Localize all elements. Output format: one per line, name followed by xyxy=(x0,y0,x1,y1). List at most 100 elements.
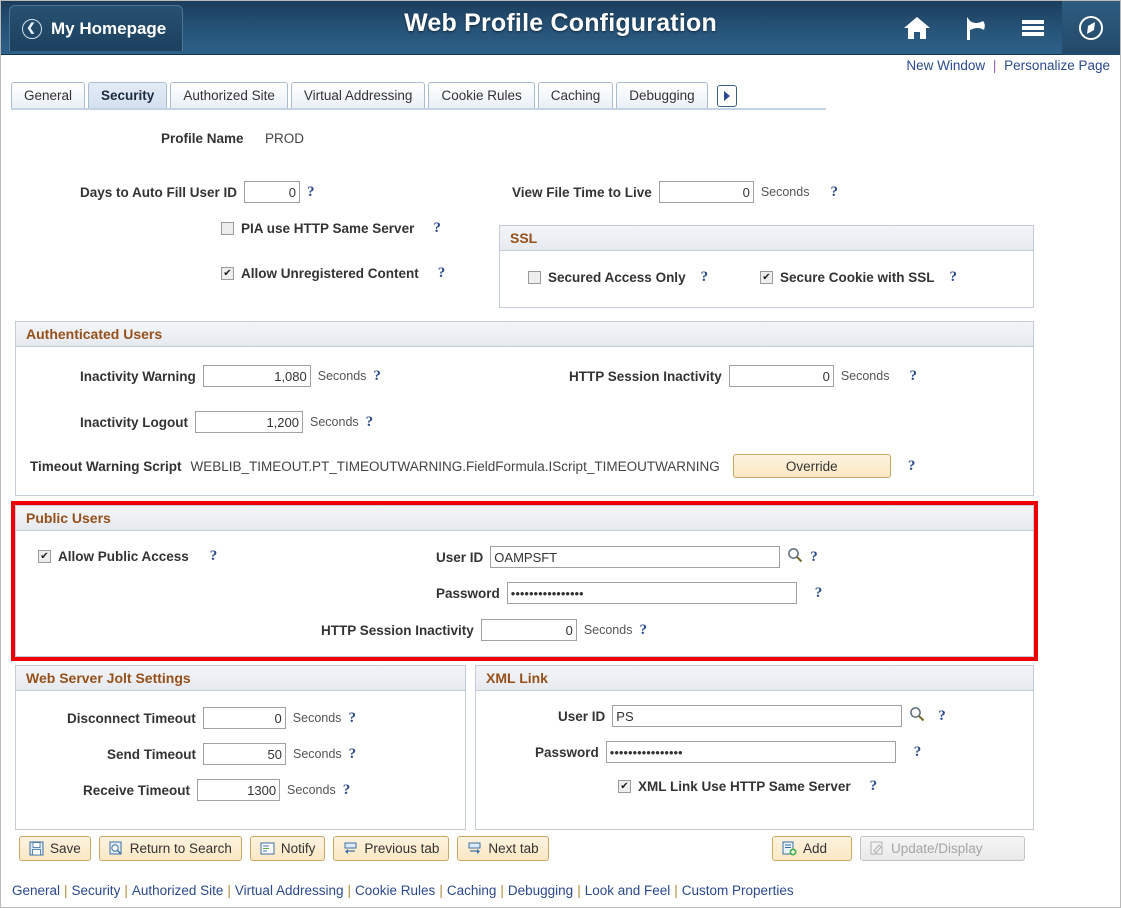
send-timeout-unit: Seconds xyxy=(293,747,342,761)
ssl-group-title: SSL xyxy=(500,226,1033,251)
public-password-input[interactable] xyxy=(506,582,797,604)
inactivity-logout-input[interactable] xyxy=(195,411,303,433)
search-icon[interactable] xyxy=(787,547,803,568)
xml-user-id-input[interactable] xyxy=(612,705,903,727)
next-tabs-arrow-icon[interactable] xyxy=(716,85,737,107)
xml-user-id-help-icon[interactable]: ? xyxy=(938,708,946,725)
disconnect-timeout-unit: Seconds xyxy=(292,711,342,725)
allow-unregistered-help-icon[interactable]: ? xyxy=(438,265,446,282)
pia-same-server-help-icon[interactable]: ? xyxy=(433,220,441,237)
secure-cookie-checkbox[interactable] xyxy=(760,271,773,284)
menu-icon[interactable] xyxy=(1004,1,1062,55)
send-timeout-row: Send Timeout Seconds ? xyxy=(67,743,356,765)
footer-link-look-and-feel[interactable]: Look and Feel xyxy=(585,883,671,898)
next-tab-button[interactable]: Next tab xyxy=(457,836,549,861)
timeout-script-row: Timeout Warning Script WEBLIB_TIMEOUT.PT… xyxy=(30,454,915,478)
footer-link-authorized-site[interactable]: Authorized Site xyxy=(132,883,224,898)
action-toolbar: Save Return to Search Notify Previous ta… xyxy=(19,836,549,861)
receive-timeout-row: Receive Timeout Seconds ? xyxy=(67,779,350,801)
receive-timeout-unit: Seconds xyxy=(287,783,336,797)
footer-link-cookie-rules[interactable]: Cookie Rules xyxy=(355,883,435,898)
add-icon xyxy=(782,841,797,856)
footer-link-general[interactable]: General xyxy=(12,883,60,898)
override-button[interactable]: Override xyxy=(732,454,891,478)
xml-same-server-help-icon[interactable]: ? xyxy=(870,778,878,795)
send-timeout-help-icon[interactable]: ? xyxy=(349,746,357,763)
auth-http-session-help-icon[interactable]: ? xyxy=(909,368,917,385)
pia-same-server-checkbox[interactable] xyxy=(221,222,234,235)
view-file-ttl-unit: Seconds xyxy=(760,185,810,199)
new-window-link[interactable]: New Window xyxy=(906,58,985,73)
jolt-settings-body: Disconnect Timeout Seconds ? Send Timeou… xyxy=(16,691,465,830)
my-homepage-button[interactable]: ❮ My Homepage xyxy=(9,5,184,51)
receive-timeout-input[interactable] xyxy=(197,779,281,801)
inactivity-warning-help-icon[interactable]: ? xyxy=(373,368,381,385)
tab-general[interactable]: General xyxy=(11,82,86,109)
tab-cookie-rules[interactable]: Cookie Rules xyxy=(428,82,535,109)
receive-timeout-help-icon[interactable]: ? xyxy=(343,782,351,799)
days-autofill-help-icon[interactable]: ? xyxy=(307,184,315,201)
save-button[interactable]: Save xyxy=(19,836,91,861)
allow-public-access-checkbox[interactable] xyxy=(38,550,51,563)
flag-icon[interactable] xyxy=(946,1,1004,55)
xml-same-server-label: XML Link Use HTTP Same Server xyxy=(638,779,851,794)
jolt-settings-group: Web Server Jolt Settings Disconnect Time… xyxy=(15,665,466,830)
add-label: Add xyxy=(803,841,828,856)
previous-tab-button[interactable]: Previous tab xyxy=(333,836,450,861)
update-display-icon xyxy=(870,841,883,855)
tab-caching[interactable]: Caching xyxy=(537,82,614,109)
footer-link-debugging[interactable]: Debugging xyxy=(508,883,573,898)
footer-link-security[interactable]: Security xyxy=(72,883,121,898)
timeout-script-help-icon[interactable]: ? xyxy=(908,458,916,475)
allow-public-access-help-icon[interactable]: ? xyxy=(210,548,218,565)
footer-link-caching[interactable]: Caching xyxy=(447,883,497,898)
profile-name-value: PROD xyxy=(265,131,305,146)
public-http-session-input[interactable] xyxy=(480,619,577,641)
secured-access-help-icon[interactable]: ? xyxy=(701,269,709,286)
view-file-ttl-help-icon[interactable]: ? xyxy=(830,184,838,201)
send-timeout-input[interactable] xyxy=(203,743,287,765)
view-file-ttl-input[interactable] xyxy=(658,181,754,203)
allow-unregistered-row: Allow Unregistered Content ? xyxy=(221,265,445,282)
return-to-search-label: Return to Search xyxy=(129,841,232,856)
authenticated-users-body: Inactivity Warning Seconds ? HTTP Sessio… xyxy=(16,347,1033,496)
xml-same-server-checkbox[interactable] xyxy=(618,780,631,793)
secure-cookie-help-icon[interactable]: ? xyxy=(950,269,958,286)
tab-virtual-addressing[interactable]: Virtual Addressing xyxy=(290,82,426,109)
inactivity-warning-unit: Seconds xyxy=(317,369,367,383)
add-button[interactable]: Add xyxy=(772,836,852,861)
allow-unregistered-checkbox[interactable] xyxy=(221,267,234,280)
public-password-help-icon[interactable]: ? xyxy=(815,585,823,602)
search-icon[interactable] xyxy=(909,706,925,727)
home-icon[interactable] xyxy=(888,1,946,55)
tab-security[interactable]: Security xyxy=(88,82,168,109)
inactivity-logout-help-icon[interactable]: ? xyxy=(366,414,374,431)
link-separator: | xyxy=(992,58,997,73)
update-display-button: Update/Display xyxy=(860,836,1025,861)
notify-button[interactable]: Notify xyxy=(249,836,326,861)
tab-debugging[interactable]: Debugging xyxy=(616,82,708,109)
profile-name-label: Profile Name xyxy=(161,131,244,146)
secured-access-checkbox[interactable] xyxy=(528,271,541,284)
footer-link-custom-properties[interactable]: Custom Properties xyxy=(682,883,794,898)
days-autofill-input[interactable] xyxy=(244,181,301,203)
utility-links: New Window | Personalize Page xyxy=(906,58,1110,73)
xml-password-input[interactable] xyxy=(605,741,896,763)
navigator-icon[interactable] xyxy=(1062,1,1120,55)
disconnect-timeout-input[interactable] xyxy=(202,707,286,729)
tab-authorized-site[interactable]: Authorized Site xyxy=(170,82,288,109)
authenticated-users-group: Authenticated Users Inactivity Warning S… xyxy=(15,321,1034,496)
public-user-id-help-icon[interactable]: ? xyxy=(810,549,818,566)
public-http-session-unit: Seconds xyxy=(583,623,633,637)
personalize-page-link[interactable]: Personalize Page xyxy=(1004,58,1110,73)
ssl-group: SSL Secured Access Only ? Secure Cookie … xyxy=(499,225,1034,308)
public-http-session-help-icon[interactable]: ? xyxy=(639,622,647,639)
return-to-search-button[interactable]: Return to Search xyxy=(98,836,242,861)
public-user-id-input[interactable] xyxy=(490,546,781,568)
view-file-ttl-label: View File Time to Live xyxy=(512,184,652,200)
disconnect-timeout-help-icon[interactable]: ? xyxy=(348,710,356,727)
inactivity-warning-input[interactable] xyxy=(202,365,311,387)
auth-http-session-input[interactable] xyxy=(728,365,834,387)
footer-link-virtual-addressing[interactable]: Virtual Addressing xyxy=(235,883,344,898)
xml-password-help-icon[interactable]: ? xyxy=(914,744,922,761)
